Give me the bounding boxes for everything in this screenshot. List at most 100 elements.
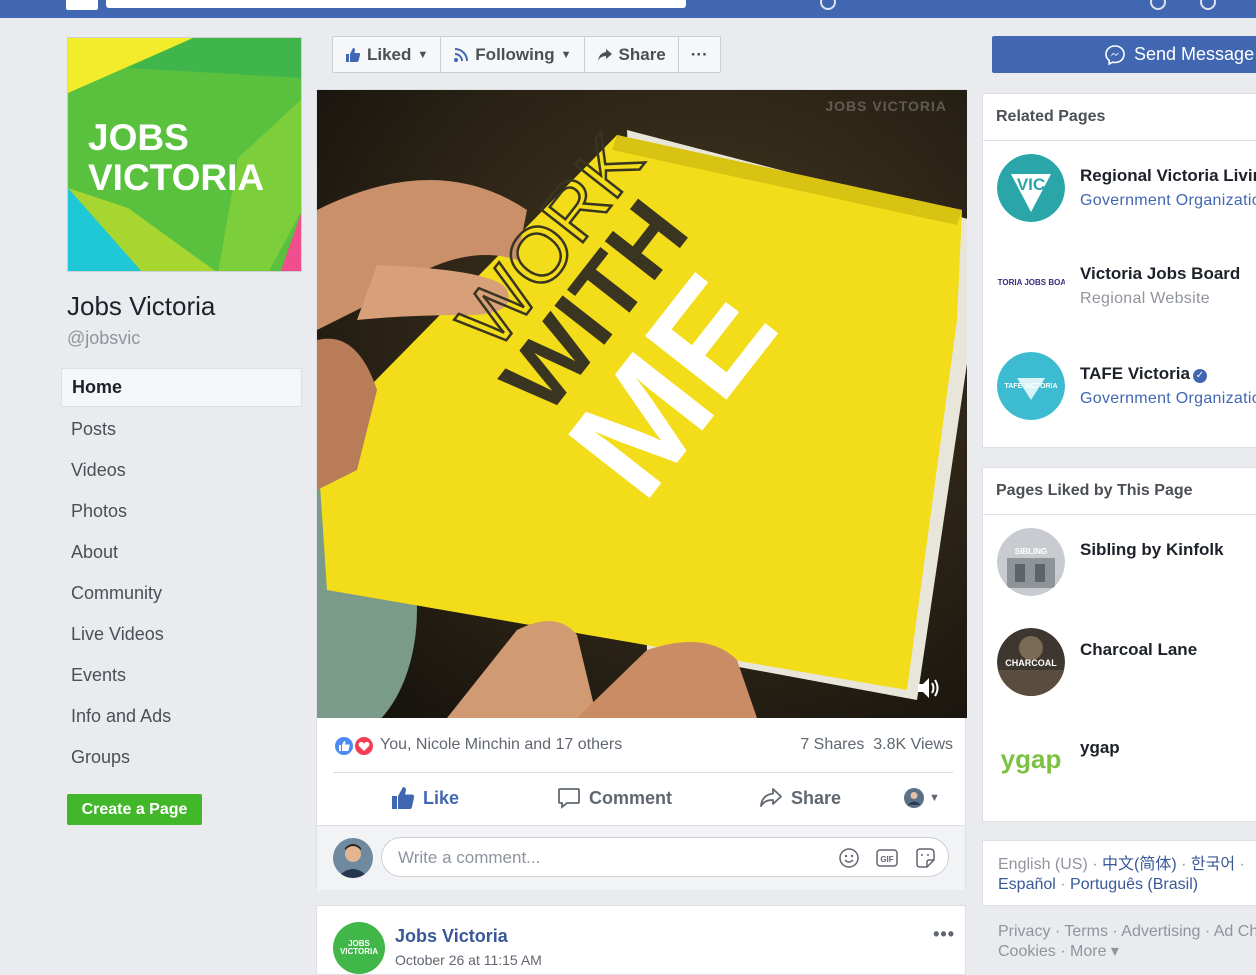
related-page-avatar[interactable]: VIC: [997, 154, 1065, 222]
pages-liked-title: Pages Liked by This Page: [983, 468, 1256, 515]
liked-page-avatar[interactable]: ygap: [997, 726, 1065, 794]
page-handle[interactable]: @jobsvic: [67, 328, 140, 349]
page-action-bar: Liked ▼ Following ▼ Share ···: [332, 36, 721, 73]
nav-item-posts[interactable]: Posts: [61, 410, 302, 451]
share-label: Share: [791, 787, 842, 808]
comment-input[interactable]: [396, 846, 820, 870]
liked-page-item[interactable]: CHARCOAL Charcoal Lane: [997, 628, 1256, 698]
emoji-icon[interactable]: [838, 847, 860, 869]
footer-line-2[interactable]: Cookies · More ▾: [998, 942, 1256, 962]
rss-feed-icon: [454, 47, 469, 62]
search-input[interactable]: [106, 0, 686, 8]
post-author-name[interactable]: Jobs Victoria: [395, 926, 508, 947]
send-message-button[interactable]: Send Message: [992, 36, 1256, 73]
gif-icon[interactable]: GIF: [876, 847, 898, 869]
reactions-names[interactable]: You, Nicole Minchin and 17 others: [380, 736, 622, 754]
messenger-icon: [1105, 44, 1125, 65]
logo-text-line1: JOBS: [88, 117, 189, 158]
send-message-label: Send Message: [1134, 44, 1255, 64]
sticker-icon[interactable]: [914, 847, 936, 869]
related-page-name[interactable]: Regional Victoria Living: [1080, 166, 1256, 186]
post-as-selector[interactable]: ▼: [903, 778, 940, 818]
video-frame-illustration: WORK WITH ME: [317, 90, 967, 718]
share-page-button[interactable]: Share: [585, 37, 679, 72]
liked-page-item[interactable]: SIBLING Sibling by Kinfolk: [997, 528, 1256, 598]
related-page-item[interactable]: VIC Regional Victoria Living Government …: [997, 154, 1256, 224]
volume-icon[interactable]: [915, 674, 943, 702]
page-profile-picture[interactable]: JOBS VICTORIA: [67, 37, 302, 272]
liked-button[interactable]: Liked ▼: [333, 37, 442, 72]
language-link-ko[interactable]: 한국어: [1191, 856, 1235, 873]
liked-page-avatar[interactable]: SIBLING: [997, 528, 1065, 596]
avatar-label: TAFE VICTORIA: [1004, 383, 1057, 390]
like-love-reactions-icon[interactable]: [333, 734, 377, 758]
comment-bubble-icon: [558, 788, 580, 809]
nav-item-videos[interactable]: Videos: [61, 451, 302, 492]
current-language: English (US): [998, 856, 1088, 873]
post-timestamp[interactable]: October 26 at 11:15 AM: [395, 952, 542, 968]
svg-text:GIF: GIF: [880, 855, 893, 864]
related-pages-card: Related Pages VIC Regional Victoria Livi…: [982, 93, 1256, 448]
facebook-logo-icon[interactable]: [66, 0, 98, 10]
profile-avatar-icon[interactable]: [820, 0, 836, 10]
language-link-zh[interactable]: 中文(简体): [1102, 856, 1177, 873]
share-post-button[interactable]: Share: [759, 778, 841, 818]
nav-item-photos[interactable]: Photos: [61, 492, 302, 533]
more-options-button[interactable]: ···: [679, 37, 720, 72]
footer-line-1[interactable]: Privacy · Terms · Advertising · Ad Choic…: [998, 922, 1256, 942]
related-page-category: Government Organization: [1080, 390, 1256, 407]
post-action-bar: Like Comment Share ▼: [333, 778, 953, 818]
nav-item-live-videos[interactable]: Live Videos: [61, 615, 302, 656]
comment-label: Comment: [589, 787, 673, 808]
liked-page-name[interactable]: ygap: [1080, 738, 1120, 758]
messenger-icon[interactable]: [1200, 0, 1216, 10]
footer-links: Privacy · Terms · Advertising · Ad Choic…: [998, 922, 1256, 962]
avatar-label: CHARCOAL: [1005, 658, 1057, 668]
reactions-summary: You, Nicole Minchin and 17 others 7 Shar…: [333, 734, 953, 760]
related-page-item[interactable]: TAFE VICTORIA TAFE Victoria ✓ Government …: [997, 352, 1256, 422]
language-selector: English (US) · 中文(简体) · 한국어 · Español · …: [982, 840, 1256, 906]
post-author-avatar[interactable]: JOBS VICTORIA: [333, 922, 385, 974]
related-page-avatar[interactable]: TAFE VICTORIA: [997, 352, 1065, 420]
nav-item-groups[interactable]: Groups: [61, 738, 302, 779]
post-options-button[interactable]: •••: [933, 924, 955, 945]
language-link-pt[interactable]: Português (Brasil): [1070, 876, 1198, 893]
liked-page-name[interactable]: Charcoal Lane: [1080, 640, 1197, 660]
like-label: Like: [423, 787, 460, 808]
caret-down-icon: ▼: [417, 48, 429, 61]
share-arrow-icon: [597, 48, 612, 61]
related-page-avatar[interactable]: VICTORIA JOBS BOARD: [997, 252, 1065, 320]
liked-page-avatar[interactable]: CHARCOAL: [997, 628, 1065, 696]
comment-field[interactable]: GIF: [381, 837, 949, 877]
related-page-item[interactable]: VICTORIA JOBS BOARD Victoria Jobs Board …: [997, 252, 1256, 322]
comment-button[interactable]: Comment: [557, 778, 672, 818]
liked-label: Liked: [367, 44, 412, 64]
liked-page-name[interactable]: Sibling by Kinfolk: [1080, 540, 1224, 560]
shares-count[interactable]: 7 Shares: [800, 736, 864, 753]
nav-item-about[interactable]: About: [61, 533, 302, 574]
language-link-es[interactable]: Español: [998, 876, 1056, 893]
related-page-name[interactable]: Victoria Jobs Board: [1080, 264, 1240, 284]
related-page-name-text: TAFE Victoria: [1080, 364, 1190, 383]
avatar-label: VIC: [1017, 175, 1045, 194]
related-page-name[interactable]: TAFE Victoria ✓: [1080, 364, 1207, 384]
page-title[interactable]: Jobs Victoria: [67, 291, 215, 322]
verified-badge-icon: ✓: [1192, 369, 1207, 383]
related-pages-title: Related Pages: [983, 94, 1256, 141]
nav-item-home[interactable]: Home: [61, 368, 302, 407]
following-label: Following: [475, 44, 555, 64]
following-button[interactable]: Following ▼: [441, 37, 585, 72]
views-count: 3.8K Views: [873, 736, 953, 753]
like-button[interactable]: Like: [391, 778, 459, 818]
comment-composer: GIF: [317, 825, 965, 890]
user-avatar[interactable]: [333, 838, 373, 878]
caret-down-icon: ▼: [929, 792, 940, 804]
nav-item-community[interactable]: Community: [61, 574, 302, 615]
notifications-icon[interactable]: [1150, 0, 1166, 10]
jobs-victoria-logo: JOBS VICTORIA: [68, 38, 301, 271]
nav-item-info-and-ads[interactable]: Info and Ads: [61, 697, 302, 738]
nav-item-events[interactable]: Events: [61, 656, 302, 697]
liked-page-item[interactable]: ygap ygap: [997, 726, 1256, 796]
post-video[interactable]: WORK WITH ME JOBS VICTORIA: [317, 90, 967, 718]
create-page-button[interactable]: Create a Page: [67, 794, 202, 825]
